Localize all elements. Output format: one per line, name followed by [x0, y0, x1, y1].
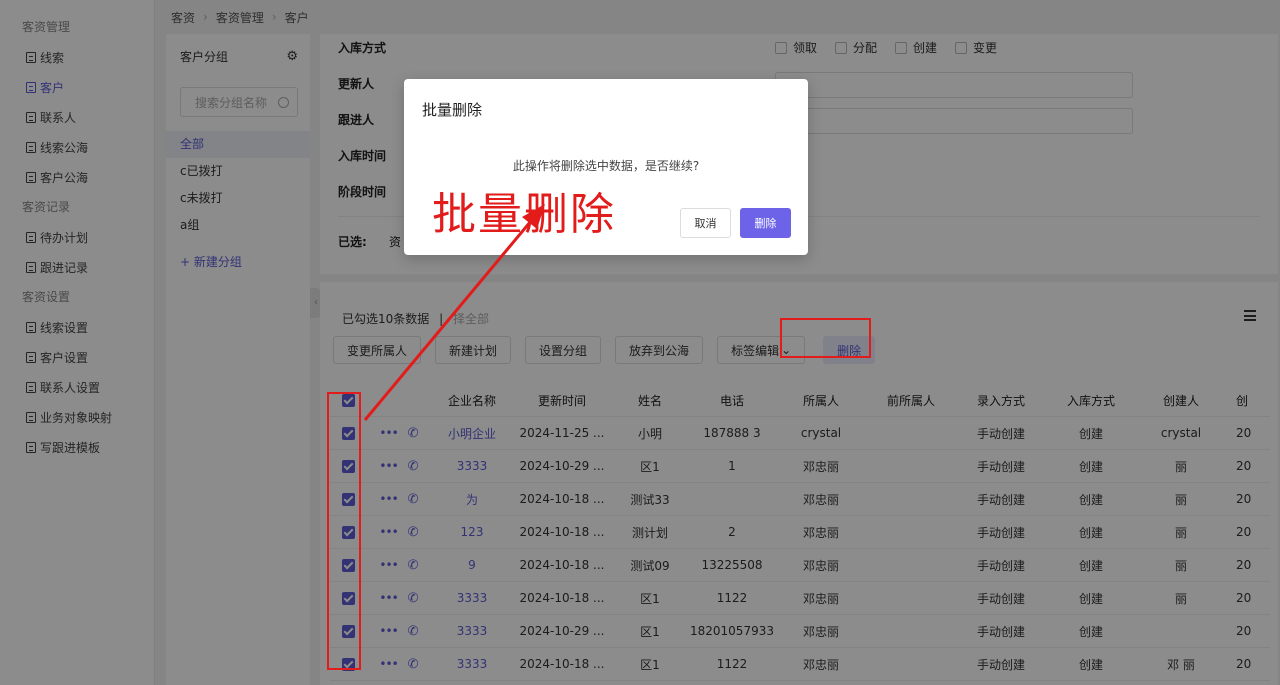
annotation-arrow: [363, 204, 545, 421]
annotation-text: 批量删除: [432, 189, 616, 240]
